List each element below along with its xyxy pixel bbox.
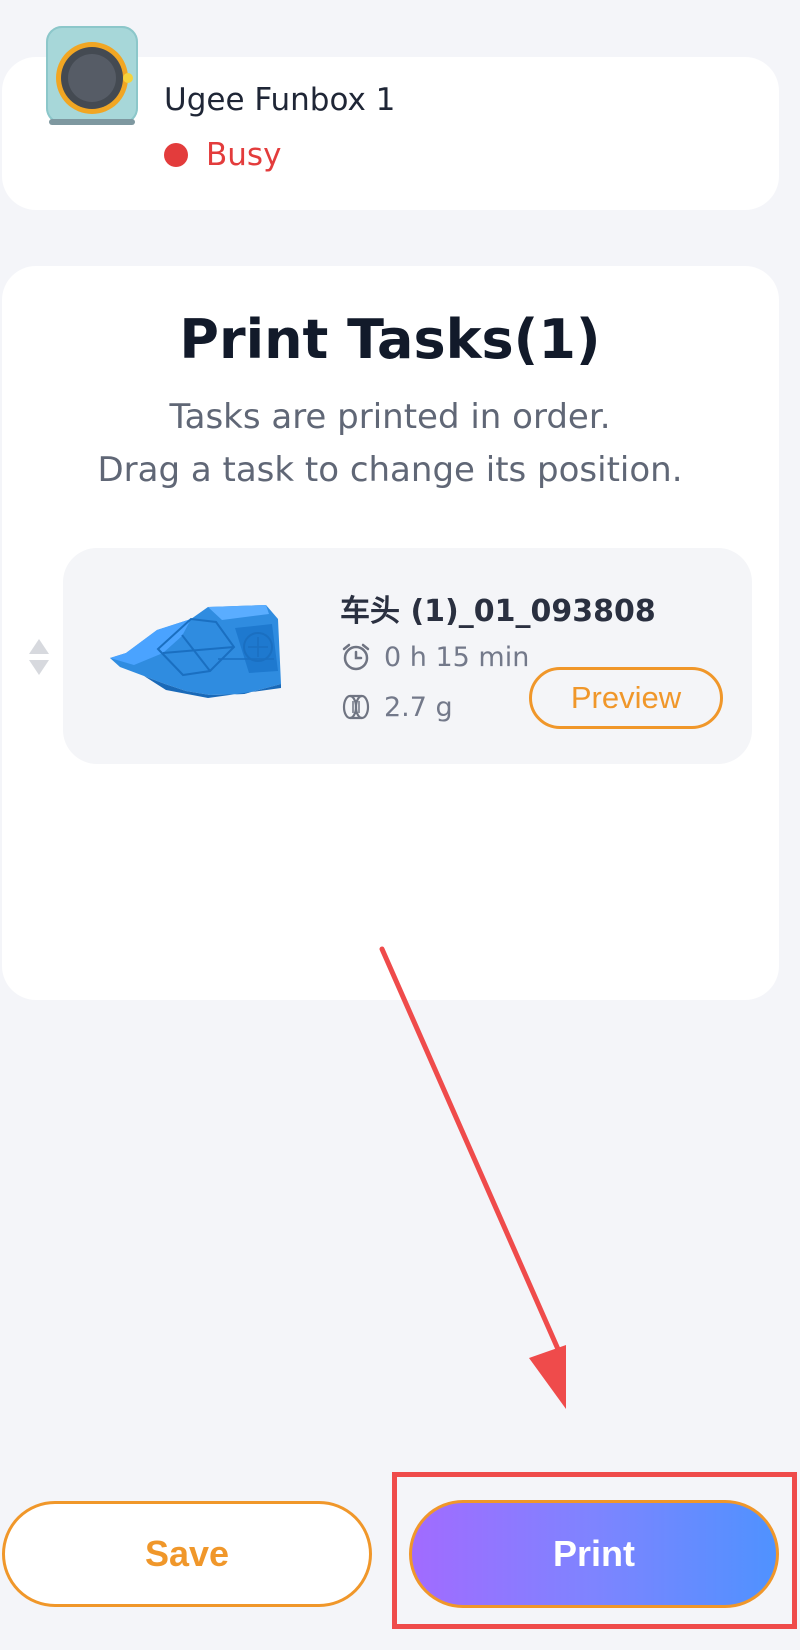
tasks-subtitle-line1: Tasks are printed in order.	[169, 397, 611, 437]
drag-handle-icon[interactable]	[27, 637, 51, 677]
status-label: Busy	[206, 137, 282, 173]
preview-button[interactable]: Preview	[529, 667, 723, 729]
alarm-clock-icon	[342, 643, 370, 671]
device-status: Busy	[164, 137, 281, 173]
status-dot	[164, 143, 188, 167]
model-thumbnail-icon	[110, 605, 281, 698]
task-weight-value: 2.7 g	[384, 691, 453, 723]
task-time-value: 0 h 15 min	[384, 641, 530, 673]
task-filament-weight: 2.7 g	[340, 691, 453, 723]
filament-spool-icon	[342, 694, 370, 720]
task-name: 车头 (1)_01_093808	[340, 594, 656, 629]
print-button[interactable]: Print	[409, 1500, 779, 1608]
device-name: Ugee Funbox 1	[164, 82, 396, 118]
printer-thumbnail-icon	[46, 26, 138, 125]
save-button[interactable]: Save	[2, 1501, 372, 1607]
tasks-subtitle-line2: Drag a task to change its position.	[97, 450, 683, 490]
task-print-time: 0 h 15 min	[340, 641, 529, 673]
print-tasks-title: Print Tasks(1)	[179, 308, 601, 371]
